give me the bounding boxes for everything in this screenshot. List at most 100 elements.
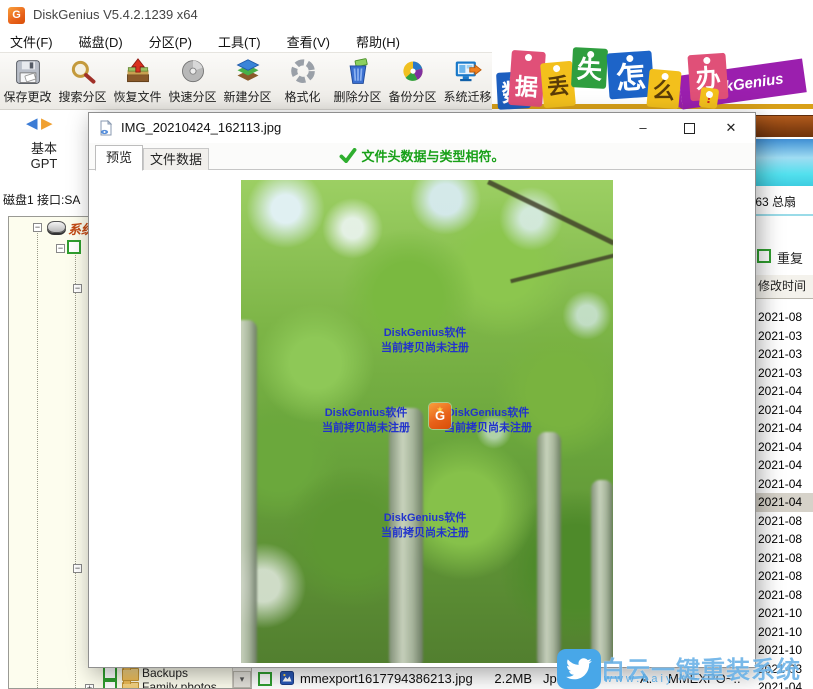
dialog-title: IMG_20210424_162113.jpg (121, 113, 281, 143)
file-date-cell[interactable]: 2021-08 (752, 586, 813, 605)
tree-trunk (537, 432, 561, 663)
file-date-cell[interactable]: 2021-08 (752, 549, 813, 568)
toolbar-button-label: 快速分区 (168, 88, 216, 105)
file-date-cell[interactable]: 2021-03 (752, 345, 813, 364)
file-date-cell[interactable]: 2021-04 (752, 382, 813, 401)
file-date-cell[interactable]: 2021-08 (752, 530, 813, 549)
tab-preview[interactable]: 预览 (95, 145, 143, 171)
tree-item-family-photos[interactable]: Family photos (142, 680, 217, 689)
tree-checkbox[interactable] (103, 666, 117, 680)
registration-watermark: DiskGenius软件 当前拷贝尚未注册 (381, 326, 469, 356)
file-date-cell[interactable]: 2021-03 (752, 660, 813, 679)
file-header-status: 文件头数据与类型相符。 (339, 146, 504, 165)
toolbar-button[interactable]: 备份分区 (385, 53, 440, 109)
scroll-down-icon[interactable] (233, 671, 251, 688)
partition-table-basic-label[interactable]: 基本 (0, 138, 88, 157)
tree-item-backups[interactable]: Backups (142, 666, 188, 680)
toolbar-button-label: 恢复文件 (113, 88, 161, 105)
minimize-button[interactable]: – (623, 113, 663, 143)
tree-collapse-toggle[interactable] (33, 223, 42, 232)
file-date-cell[interactable]: 2021-04 (752, 678, 813, 689)
toolbar-button[interactable]: 恢复文件 (110, 53, 165, 109)
toolbar-button[interactable]: 快速分区 (165, 53, 220, 109)
promo-banner: DiskGenius 数据丢失怎么办! (492, 46, 813, 110)
recover-icon (122, 57, 154, 87)
file-size-cell: 2.2MB (490, 671, 532, 686)
menu-item[interactable]: 帮助(H) (356, 32, 400, 51)
file-date-cell[interactable]: 2021-04 (752, 456, 813, 475)
file-date-cell[interactable]: 2021-04 (752, 401, 813, 420)
menu-item[interactable]: 工具(T) (218, 32, 261, 51)
tree-expand-toggle[interactable] (85, 684, 94, 689)
tree-collapse-toggle[interactable] (56, 244, 65, 253)
dialog-content: DiskGenius软件 当前拷贝尚未注册 DiskGenius软件 当前拷贝尚… (89, 170, 755, 667)
diskgenius-logo-icon: G (8, 7, 25, 24)
toolbar-button[interactable]: 保存更改 (0, 53, 55, 109)
banner-tag: 么 (646, 69, 681, 110)
dialog-title-bar[interactable]: IMG_20210424_162113.jpg – ✕ (89, 113, 755, 143)
file-date-cell[interactable]: 2021-08 (752, 567, 813, 586)
file-date-cell[interactable]: 2021-04 (752, 493, 813, 512)
toolbar-button-label: 保存更改 (3, 88, 51, 105)
file-date-cell[interactable]: 2021-03 (752, 364, 813, 383)
tree-collapse-toggle[interactable] (73, 564, 82, 573)
toolbar-button-label: 格式化 (284, 88, 320, 105)
nav-forward-icon[interactable]: ▶ (41, 114, 53, 132)
menu-item[interactable]: 磁盘(D) (79, 32, 123, 51)
toolbar-button[interactable]: 搜索分区 (55, 53, 110, 109)
file-type-cell: Jpe (543, 671, 564, 686)
close-button[interactable]: ✕ (711, 113, 751, 143)
disk-info-label: 磁盘1 接口:SA (3, 191, 88, 208)
toolbar-button[interactable]: 系统迁移 (440, 53, 495, 109)
tab-file-data[interactable]: 文件数据 (143, 148, 209, 170)
backup-icon (397, 57, 429, 87)
file-date-cell[interactable]: 2021-04 (752, 475, 813, 494)
dialog-tab-row: 预览 文件数据 文件头数据与类型相符。 (89, 143, 755, 170)
toolbar-button[interactable]: 格式化 (275, 53, 330, 109)
registration-watermark: DiskGenius软件 当前拷贝尚未注册 (322, 406, 410, 436)
duplicate-checkbox[interactable] (757, 249, 771, 263)
migrate-icon (452, 57, 484, 87)
search-icon (67, 57, 99, 87)
file-date-cell[interactable]: 2021-10 (752, 623, 813, 642)
toolbar-button-label: 搜索分区 (58, 88, 106, 105)
file-date-cell[interactable]: 2021-03 (752, 327, 813, 346)
disk-capacity-bar (754, 139, 813, 186)
file-date-cell[interactable]: 2021-08 (752, 512, 813, 531)
file-date-cell[interactable]: 2021-10 (752, 641, 813, 660)
file-preview-icon (98, 120, 114, 136)
nav-back-icon[interactable]: ◀ (26, 114, 38, 132)
file-checkbox[interactable] (258, 672, 272, 686)
tree-collapse-toggle[interactable] (73, 284, 82, 293)
toolbar-button[interactable]: 删除分区 (330, 53, 385, 109)
tree-trunk (591, 480, 613, 663)
maximize-icon (684, 123, 695, 134)
image-file-icon (280, 671, 294, 685)
duplicate-checkbox-label[interactable]: 重复 (777, 248, 803, 267)
file-date-cell[interactable]: 2021-04 (752, 438, 813, 457)
file-date-cell[interactable]: 2021-08 (752, 308, 813, 327)
toolbar: 保存更改 搜索分区 恢复文件 快速分区 新建分区 格式化 删除分区 (0, 52, 495, 110)
folder-icon (122, 682, 139, 689)
tree-checkbox[interactable] (67, 240, 81, 254)
photo-preview: DiskGenius软件 当前拷贝尚未注册 DiskGenius软件 当前拷贝尚… (241, 180, 613, 663)
quickpart-icon (177, 57, 209, 87)
partition-bar-segment (754, 115, 813, 137)
toolbar-button[interactable]: 新建分区 (220, 53, 275, 109)
file-shortname-cell: MMEXPO~.. (668, 671, 741, 686)
partition-table-gpt-label: GPT (0, 156, 88, 171)
newpart-icon (232, 57, 264, 87)
column-header-modified-time[interactable]: 修改时间 (752, 275, 813, 299)
file-date-cell[interactable]: 2021-04 (752, 419, 813, 438)
menu-item[interactable]: 分区(P) (149, 32, 192, 51)
tree-trunk (241, 320, 257, 663)
file-name-cell[interactable]: mmexport1617794386213.jpg (300, 671, 473, 686)
diskgenius-logo-icon: G (429, 403, 451, 429)
file-date-cell[interactable]: 2021-10 (752, 604, 813, 623)
maximize-button[interactable] (669, 113, 709, 143)
menu-item[interactable]: 查看(V) (287, 32, 330, 51)
delete-icon (342, 57, 374, 87)
tree-checkbox[interactable] (103, 680, 117, 689)
toolbar-button-label: 系统迁移 (443, 88, 491, 105)
menu-item[interactable]: 文件(F) (10, 32, 53, 51)
